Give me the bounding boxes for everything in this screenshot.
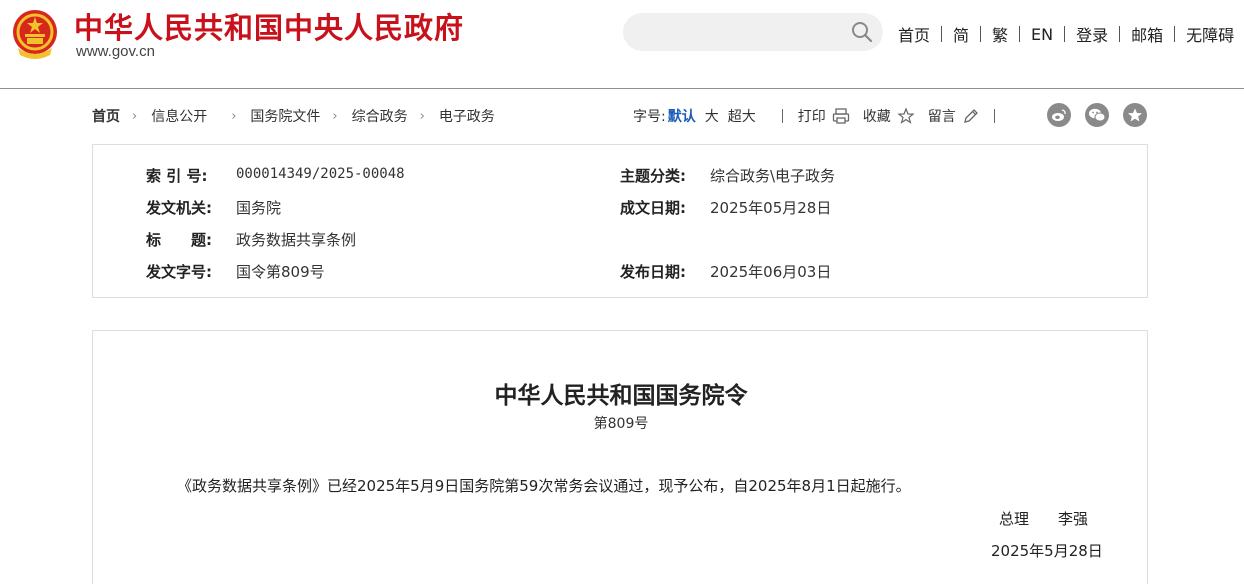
page-tools: 字号: 默认 大 超大 打印 收藏 留言 [633,106,995,126]
breadcrumb: 首页 › 信息公开 › 国务院文件 › 综合政务 › 电子政务 [92,106,495,126]
title-value: 政务数据共享条例 [236,231,357,249]
chevron-right-icon: › [419,108,425,124]
document-metadata: 索 引 号: 000014349/2025-00048 主题分类: 综合政务\电… [92,144,1148,298]
signer-name: 李强 [1058,510,1089,528]
document-content: 中华人民共和国国务院令 第809号 《政务数据共享条例》已经2025年5月9日国… [92,330,1148,584]
top-nav: 首页 简 繁 EN 登录 邮箱 无障碍 [898,22,1234,46]
comment-button[interactable]: 留言 [928,106,956,126]
issuer-label: 发文机关: [146,199,212,217]
nav-traditional-link[interactable]: 繁 [992,22,1008,46]
created-label: 成文日期: [620,199,686,217]
print-button[interactable]: 打印 [798,106,826,126]
nav-separator [1119,26,1121,42]
published-value: 2025年06月03日 [710,263,832,281]
index-label: 索 引 号: [146,167,208,185]
breadcrumb-general-affairs[interactable]: 综合政务 [352,106,408,126]
nav-separator [941,26,943,42]
nav-mail-link[interactable]: 邮箱 [1131,22,1163,46]
nav-separator [1064,26,1066,42]
nav-separator [1174,26,1176,42]
share-bar [1047,103,1161,127]
document-date: 2025年5月28日 [991,542,1103,560]
weibo-icon[interactable] [1047,103,1071,127]
font-size-default[interactable]: 默认 [668,106,696,126]
nav-accessibility-link[interactable]: 无障碍 [1186,22,1234,46]
site-domain: www.gov.cn [76,43,155,60]
issuer-value: 国务院 [236,199,282,217]
breadcrumb-e-government[interactable]: 电子政务 [439,106,495,126]
search-input[interactable] [623,13,843,51]
wechat-icon[interactable] [1085,103,1109,127]
pencil-icon[interactable] [962,107,980,125]
breadcrumb-home[interactable]: 首页 [92,106,120,126]
nav-home-link[interactable]: 首页 [898,22,930,46]
chevron-right-icon: › [132,108,138,124]
national-emblem-icon[interactable] [10,8,60,60]
font-size-large[interactable]: 大 [705,106,719,126]
font-size-xlarge[interactable]: 超大 [728,106,756,126]
index-value: 000014349/2025-00048 [236,166,405,182]
docno-label: 发文字号: [146,263,212,281]
star-icon[interactable] [897,107,915,125]
nav-login-link[interactable]: 登录 [1076,22,1108,46]
site-title[interactable]: 中华人民共和国中央人民政府 [74,5,464,47]
nav-separator [1019,26,1021,42]
printer-icon[interactable] [832,107,850,125]
document-body: 《政务数据共享条例》已经2025年5月9日国务院第59次常务会议通过，现予公布，… [177,477,911,495]
star-share-icon[interactable] [1123,103,1147,127]
nav-english-link[interactable]: EN [1031,25,1053,44]
site-header: 中华人民共和国中央人民政府 www.gov.cn 首页 简 繁 EN 登录 邮箱… [0,0,1244,89]
document-title: 中华人民共和国国务院令 [494,382,748,409]
title-label: 标 题: [146,231,212,249]
docno-value: 国令第809号 [236,263,325,281]
published-label: 发布日期: [620,263,686,281]
document-number: 第809号 [593,416,649,432]
chevron-right-icon: › [332,108,338,124]
category-value: 综合政务\电子政务 [710,167,836,185]
breadcrumb-info-public[interactable]: 信息公开 [151,106,207,126]
category-label: 主题分类: [620,167,686,185]
nav-separator [980,26,982,42]
breadcrumb-state-council-docs[interactable]: 国务院文件 [250,106,320,126]
search-icon[interactable] [851,21,873,43]
nav-simplified-link[interactable]: 简 [953,22,969,46]
signer-title: 总理 [999,510,1030,528]
favorite-button[interactable]: 收藏 [863,106,891,126]
document-signature: 总理 李强 [999,508,1088,529]
chevron-right-icon: › [231,108,237,124]
tool-separator [993,109,995,123]
search-box [623,13,883,51]
font-size-label: 字号: [633,109,666,125]
created-value: 2025年05月28日 [710,199,832,217]
tool-separator [781,109,783,123]
